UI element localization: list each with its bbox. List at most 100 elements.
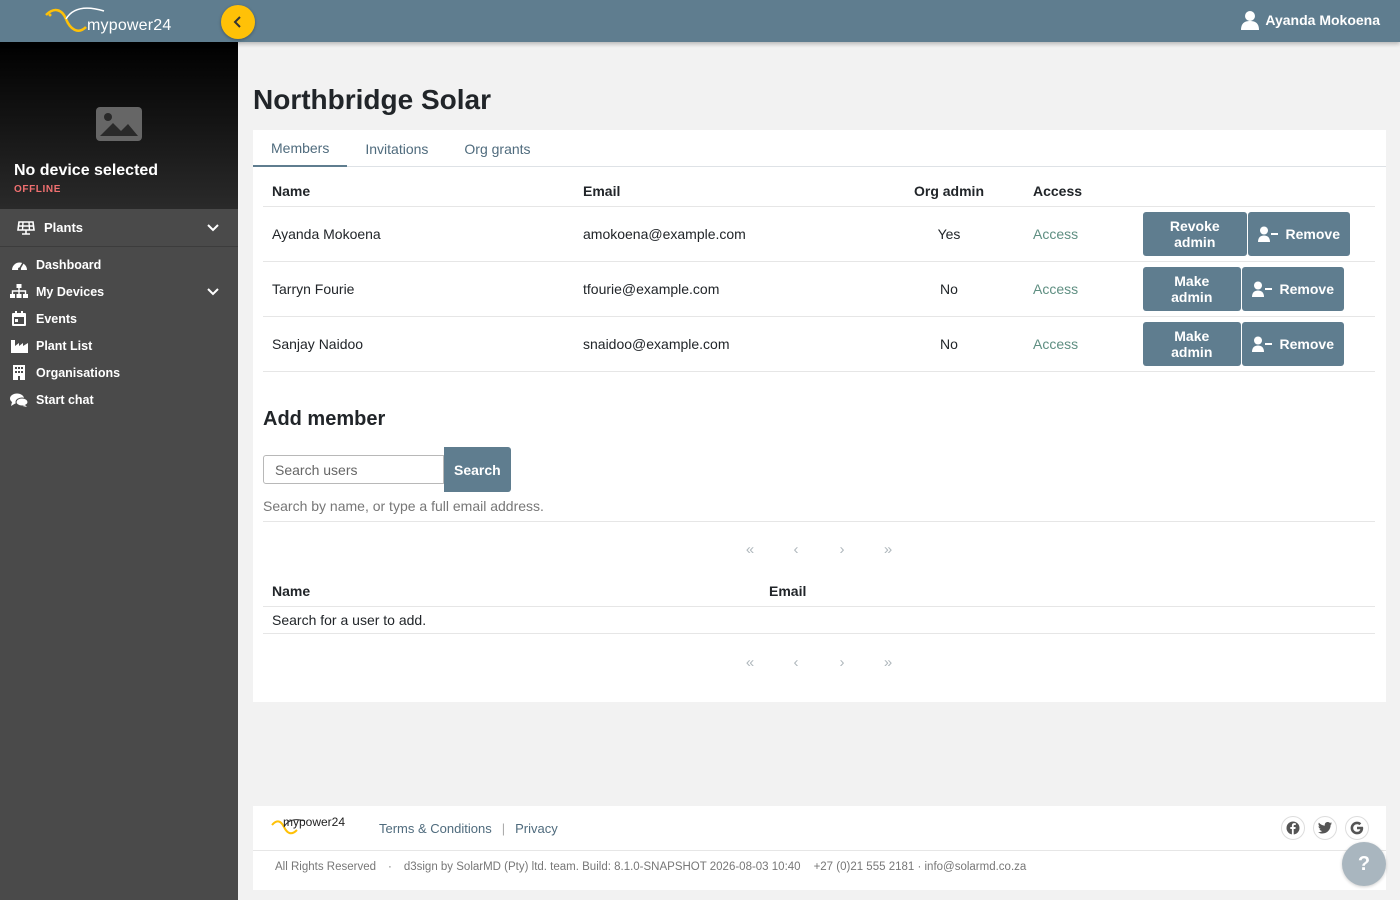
remove-button-label: Remove xyxy=(1279,280,1334,297)
help-button[interactable]: ? xyxy=(1342,842,1386,886)
calendar-icon xyxy=(10,311,28,327)
top-bar: mypower24 Ayanda Mokoena xyxy=(0,0,1400,42)
chevron-down-icon xyxy=(207,287,219,295)
sitemap-icon xyxy=(10,284,28,300)
make-admin-button[interactable]: Make admin xyxy=(1143,266,1241,311)
pagination-top: « ‹ › » xyxy=(263,521,1375,577)
table-row: Search for a user to add. xyxy=(263,606,1375,634)
credits-text: d3sign by SolarMD (Pty) ltd. team. Build… xyxy=(403,861,801,873)
sidebar-item-dashboard[interactable]: Dashboard xyxy=(0,251,238,278)
sidebar-item-label: Start chat xyxy=(36,392,94,407)
facebook-icon[interactable] xyxy=(1281,816,1305,840)
chevron-down-icon xyxy=(207,223,219,231)
sidebar-plants-label: Plants xyxy=(44,220,84,235)
sidebar-item-label: My Devices xyxy=(36,284,105,299)
remove-member-button[interactable]: Remove xyxy=(1247,211,1350,256)
member-name: Sanjay Naidoo xyxy=(263,316,574,372)
member-access-cell: Access xyxy=(1024,316,1134,372)
tab-org-grants[interactable]: Org grants xyxy=(446,130,548,167)
dashboard-icon xyxy=(10,257,28,273)
member-name: Ayanda Mokoena xyxy=(263,206,574,262)
next-page-button[interactable]: › xyxy=(819,541,865,558)
first-page-button[interactable]: « xyxy=(727,541,773,558)
sidebar-item-label: Plant List xyxy=(36,338,93,353)
logo-text: mypower24 xyxy=(87,17,172,34)
first-page-button[interactable]: « xyxy=(727,654,773,671)
app-logo[interactable]: mypower24 xyxy=(44,5,171,37)
sidebar-nav: Dashboard My Devices Events Plant List O… xyxy=(0,247,238,413)
device-panel: No device selected OFFLINE xyxy=(0,42,238,209)
twitter-icon[interactable] xyxy=(1313,816,1337,840)
last-page-button[interactable]: » xyxy=(865,541,911,558)
sidebar-item-label: Dashboard xyxy=(36,257,102,272)
industry-icon xyxy=(10,338,28,354)
pagination-bottom: « ‹ › » xyxy=(263,634,1375,690)
member-actions: Make admin Remove xyxy=(1134,316,1375,372)
remove-button-label: Remove xyxy=(1279,335,1334,352)
member-email: amokoena@example.com xyxy=(574,206,874,262)
device-status: OFFLINE xyxy=(14,184,61,195)
sidebar-item-label: Events xyxy=(36,311,77,326)
sidebar-collapse-button[interactable] xyxy=(221,5,255,39)
privacy-link[interactable]: Privacy xyxy=(515,821,558,836)
tab-members[interactable]: Members xyxy=(253,130,348,167)
user-menu[interactable]: Ayanda Mokoena xyxy=(1241,10,1380,30)
table-row: Sanjay Naidoo snaidoo@example.com No Acc… xyxy=(263,316,1375,372)
user-icon xyxy=(1241,11,1260,30)
last-page-button[interactable]: » xyxy=(865,654,911,671)
sidebar-item-label: Organisations xyxy=(36,365,121,380)
column-header-access: Access xyxy=(1024,177,1134,207)
sidebar-item-plant-list[interactable]: Plant List xyxy=(0,332,238,359)
column-header-name: Name xyxy=(263,577,760,607)
remove-button-label: Remove xyxy=(1285,225,1340,242)
user-name: Ayanda Mokoena xyxy=(1265,12,1380,28)
previous-page-button[interactable]: ‹ xyxy=(773,541,819,558)
member-email: tfourie@example.com xyxy=(574,261,874,317)
solar-panel-icon xyxy=(17,220,35,235)
member-email: snaidoo@example.com xyxy=(574,316,874,372)
chat-icon xyxy=(10,392,28,408)
members-table: Name Email Org admin Access Ayanda Mokoe… xyxy=(263,177,1375,372)
terms-link[interactable]: Terms & Conditions xyxy=(379,821,492,836)
tab-invitations[interactable]: Invitations xyxy=(347,130,446,167)
column-header-email: Email xyxy=(760,577,1375,607)
access-link[interactable]: Access xyxy=(1033,336,1078,352)
image-placeholder-icon xyxy=(96,107,142,141)
footer-links: Terms & Conditions | Privacy xyxy=(379,821,558,836)
chevron-left-icon xyxy=(233,16,241,28)
sidebar-item-start-chat[interactable]: Start chat xyxy=(0,386,238,413)
search-button[interactable]: Search xyxy=(444,447,511,492)
revoke-admin-button[interactable]: Revoke admin xyxy=(1143,211,1247,256)
social-links xyxy=(1273,816,1369,840)
user-minus-icon xyxy=(1251,336,1272,352)
next-page-button[interactable]: › xyxy=(819,654,865,671)
organisation-card: Members Invitations Org grants Name Emai… xyxy=(253,130,1386,702)
results-table-header: Name Email xyxy=(263,577,1375,607)
column-header-actions xyxy=(1134,177,1375,207)
access-link[interactable]: Access xyxy=(1033,281,1078,297)
search-hint: Search by name, or type a full email add… xyxy=(263,498,544,514)
sidebar-item-events[interactable]: Events xyxy=(0,305,238,332)
column-header-name: Name xyxy=(263,177,574,207)
search-results-table: Name Email Search for a user to add. xyxy=(263,577,1375,634)
search-users-input[interactable] xyxy=(263,455,444,484)
sidebar-item-organisations[interactable]: Organisations xyxy=(0,359,238,386)
member-actions: Revoke admin Remove xyxy=(1134,206,1375,262)
sidebar-plants-selector[interactable]: Plants xyxy=(0,209,238,247)
sidebar: No device selected OFFLINE Plants Dashbo… xyxy=(0,42,238,900)
previous-page-button[interactable]: ‹ xyxy=(773,654,819,671)
google-icon[interactable] xyxy=(1345,816,1369,840)
access-link[interactable]: Access xyxy=(1033,226,1078,242)
tab-bar: Members Invitations Org grants xyxy=(253,130,1386,167)
remove-member-button[interactable]: Remove xyxy=(1241,266,1344,311)
make-admin-button[interactable]: Make admin xyxy=(1143,321,1241,366)
sidebar-item-my-devices[interactable]: My Devices xyxy=(0,278,238,305)
remove-member-button[interactable]: Remove xyxy=(1241,321,1344,366)
rights-text: All Rights Reserved xyxy=(275,861,376,873)
footer-logo-text: mypower24 xyxy=(283,815,346,829)
footer-top: mypower24 Terms & Conditions | Privacy xyxy=(253,806,1386,851)
footer: mypower24 Terms & Conditions | Privacy A… xyxy=(253,806,1386,890)
member-org-admin: Yes xyxy=(874,206,1024,262)
empty-results-message: Search for a user to add. xyxy=(263,606,1375,634)
footer-bottom: All Rights Reserved · d3sign by SolarMD … xyxy=(275,861,1026,873)
